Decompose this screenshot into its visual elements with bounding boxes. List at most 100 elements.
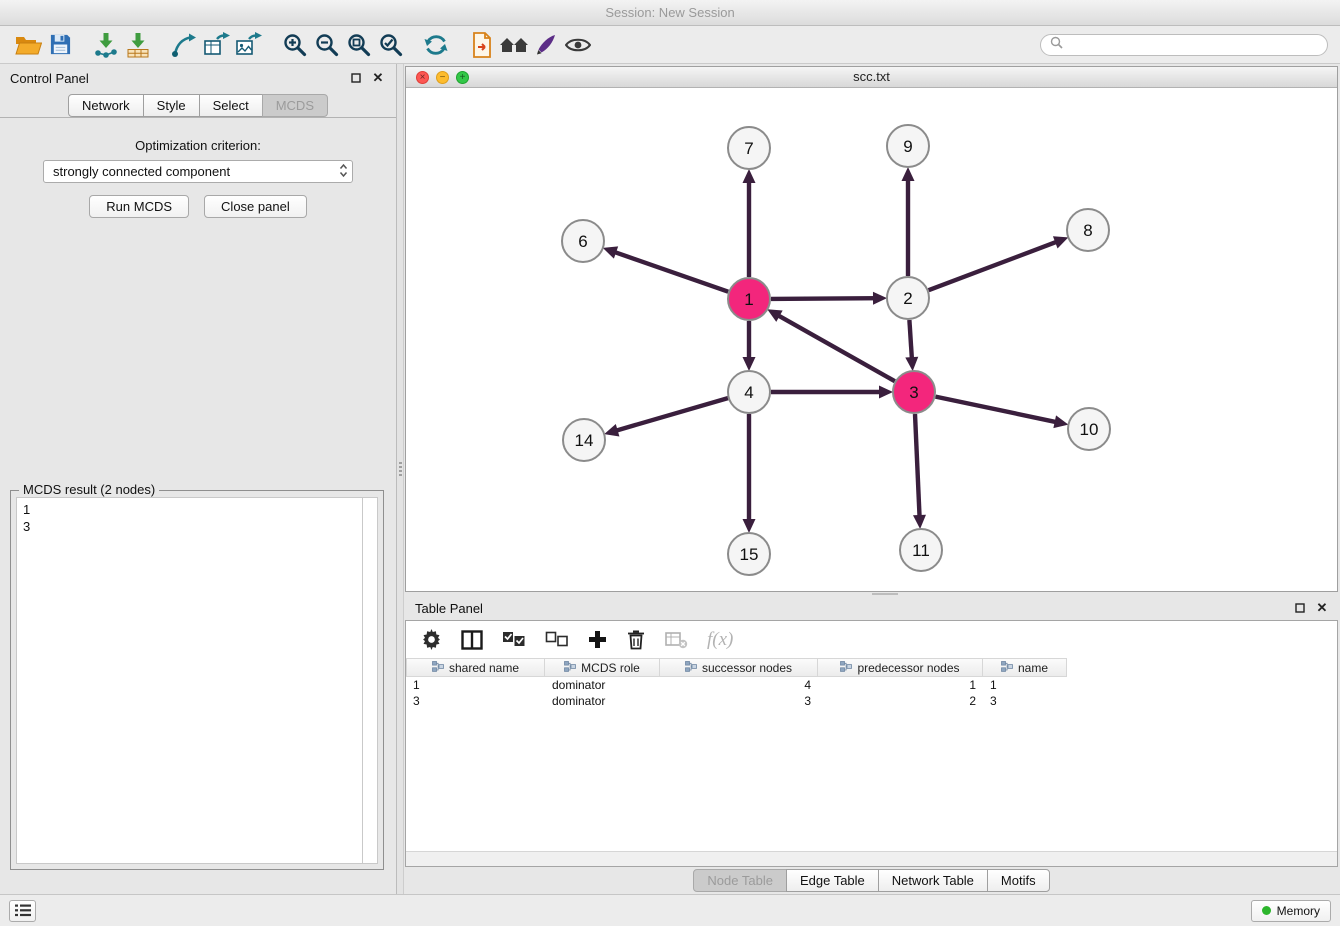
show-panels-button[interactable]	[9, 900, 36, 922]
graph-node-10[interactable]: 10	[1068, 408, 1110, 450]
zoom-fit-icon[interactable]	[342, 30, 374, 60]
column-header-predecessor-nodes[interactable]: predecessor nodes	[818, 658, 983, 677]
result-scrollbar[interactable]	[362, 497, 378, 864]
graph-node-3[interactable]: 3	[893, 371, 935, 413]
close-table-panel-icon[interactable]: ✕	[1314, 600, 1330, 616]
import-table-icon[interactable]	[122, 30, 154, 60]
share-network-icon[interactable]	[168, 30, 200, 60]
graph-node-15[interactable]: 15	[728, 533, 770, 575]
close-window-icon[interactable]: ×	[416, 71, 429, 84]
export-table-icon[interactable]	[200, 30, 232, 60]
show-hide-icon[interactable]	[562, 30, 594, 60]
import-public-network-icon[interactable]	[466, 30, 498, 60]
table-tab-node-table[interactable]: Node Table	[693, 869, 787, 892]
add-row-icon[interactable]	[588, 630, 607, 649]
zoom-in-icon[interactable]	[278, 30, 310, 60]
table-row[interactable]: 3dominator323	[406, 693, 1337, 709]
zoom-selected-icon[interactable]	[374, 30, 406, 60]
delete-table-icon[interactable]	[665, 631, 688, 649]
window-titlebar[interactable]: Session: New Session	[0, 0, 1340, 26]
graph-edge-1-6[interactable]	[611, 251, 728, 292]
horizontal-splitter[interactable]	[405, 592, 1338, 596]
mcds-result-title: MCDS result (2 nodes)	[19, 482, 159, 497]
mcds-result-list[interactable]: 1 3	[16, 497, 362, 864]
zoom-out-icon[interactable]	[310, 30, 342, 60]
table-tab-motifs[interactable]: Motifs	[987, 869, 1050, 892]
run-mcds-button[interactable]: Run MCDS	[89, 195, 189, 218]
search-icon	[1050, 36, 1063, 54]
table-cell[interactable]: 3	[660, 693, 818, 709]
table-cell[interactable]: 1	[818, 677, 983, 693]
graph-node-2[interactable]: 2	[887, 277, 929, 319]
horizontal-splitter-grip[interactable]	[872, 593, 898, 595]
table-cell[interactable]: 2	[818, 693, 983, 709]
tab-mcds[interactable]: MCDS	[262, 94, 328, 117]
graph-edge-3-1[interactable]	[775, 314, 895, 382]
table-cell[interactable]: dominator	[545, 677, 660, 693]
memory-button[interactable]: Memory	[1251, 900, 1331, 922]
graph-edge-3-11[interactable]	[915, 414, 920, 520]
network-graph[interactable]: 7 9 6 8 1 2 4 3 14 10 15 11	[406, 88, 1337, 591]
graph-node-14[interactable]: 14	[563, 419, 605, 461]
table-toolbar: f(x)	[406, 621, 1337, 658]
table-hscrollbar[interactable]	[406, 851, 1337, 866]
graph-edge-1-2[interactable]	[771, 298, 878, 299]
table-cell[interactable]: 3	[406, 693, 545, 709]
search-input[interactable]	[1068, 36, 1318, 53]
close-panel-icon[interactable]: ✕	[370, 70, 386, 86]
tab-style[interactable]: Style	[143, 94, 200, 117]
minimize-window-icon[interactable]: −	[436, 71, 449, 84]
table-row[interactable]: 1dominator411	[406, 677, 1337, 693]
refresh-layout-icon[interactable]	[420, 30, 452, 60]
float-table-panel-icon[interactable]	[1292, 600, 1308, 616]
column-header-successor-nodes[interactable]: successor nodes	[660, 658, 818, 677]
tab-network[interactable]: Network	[68, 94, 144, 117]
control-panel-tabbar: NetworkStyleSelectMCDS	[0, 90, 396, 118]
graph-edge-3-10[interactable]	[936, 397, 1060, 423]
table-cell[interactable]: 4	[660, 677, 818, 693]
table-cell[interactable]: 1	[983, 677, 1067, 693]
optimization-criterion-select[interactable]: strongly connected component	[43, 160, 353, 183]
close-panel-button[interactable]: Close panel	[204, 195, 307, 218]
table-tab-network-table[interactable]: Network Table	[878, 869, 988, 892]
save-session-icon[interactable]	[44, 30, 76, 60]
splitter-grip[interactable]	[399, 462, 402, 476]
float-panel-icon[interactable]	[348, 70, 364, 86]
table-cell[interactable]: 3	[983, 693, 1067, 709]
graph-edge-4-14[interactable]	[613, 398, 728, 432]
graph-node-1[interactable]: 1	[728, 278, 770, 320]
graph-node-11[interactable]: 11	[900, 529, 942, 571]
paint-style-icon[interactable]	[530, 30, 562, 60]
select-all-icon[interactable]	[502, 631, 526, 648]
graph-node-7[interactable]: 7	[728, 127, 770, 169]
column-header-shared-name[interactable]: shared name	[406, 658, 545, 677]
graph-edge-2-8[interactable]	[929, 241, 1060, 291]
column-header-name[interactable]: name	[983, 658, 1067, 677]
graph-node-4[interactable]: 4	[728, 371, 770, 413]
import-network-icon[interactable]	[90, 30, 122, 60]
function-builder-icon[interactable]: f(x)	[707, 629, 733, 651]
select-stepper-icon	[339, 163, 348, 181]
columns-icon[interactable]	[461, 630, 483, 650]
column-tree-icon	[840, 661, 852, 675]
graph-node-6[interactable]: 6	[562, 220, 604, 262]
gear-icon[interactable]	[421, 629, 442, 650]
graph-node-8[interactable]: 8	[1067, 209, 1109, 251]
first-neighbors-icon[interactable]	[498, 30, 530, 60]
zoom-window-icon[interactable]: +	[456, 71, 469, 84]
main-toolbar-icons	[12, 30, 594, 60]
network-window-titlebar[interactable]: × − + scc.txt	[406, 67, 1337, 88]
table-cell[interactable]: 1	[406, 677, 545, 693]
column-header-mcds-role[interactable]: MCDS role	[545, 658, 660, 677]
tab-select[interactable]: Select	[199, 94, 263, 117]
search-box[interactable]	[1040, 34, 1328, 56]
table-tab-edge-table[interactable]: Edge Table	[786, 869, 879, 892]
panel-splitter[interactable]	[397, 64, 404, 894]
graph-edge-2-3[interactable]	[909, 320, 912, 362]
graph-node-9[interactable]: 9	[887, 125, 929, 167]
export-image-icon[interactable]	[232, 30, 264, 60]
table-cell[interactable]: dominator	[545, 693, 660, 709]
deselect-all-icon[interactable]	[545, 631, 569, 648]
open-file-icon[interactable]	[12, 30, 44, 60]
delete-row-icon[interactable]	[626, 629, 646, 650]
